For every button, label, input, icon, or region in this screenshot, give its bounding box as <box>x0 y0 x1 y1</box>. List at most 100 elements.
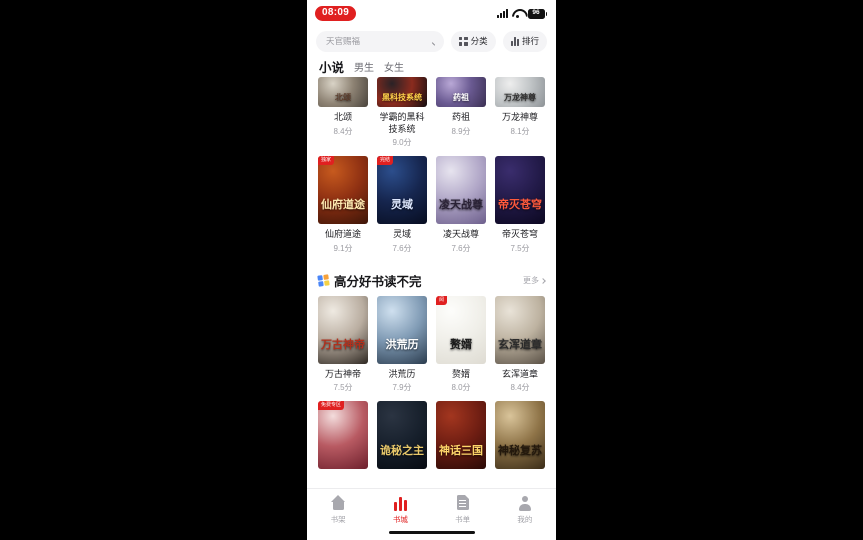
book-card[interactable]: 免费专区 <box>318 401 368 470</box>
book-score: 7.6分 <box>451 243 471 253</box>
cover-title: 神秘复苏 <box>498 444 542 457</box>
book-cover[interactable]: 药祖 <box>436 77 486 107</box>
bar-chart-icon <box>392 495 409 511</box>
book-card[interactable]: 诡秘之主 <box>377 401 427 470</box>
nav-label: 书架 <box>330 515 346 524</box>
book-card[interactable]: 北颂 北颂 8.4分 <box>318 77 368 148</box>
home-indicator <box>388 530 475 534</box>
book-cover[interactable]: 黑科技系统 <box>377 77 427 107</box>
book-card[interactable]: 独家 仙府道途 仙府道途 9.1分 <box>318 156 368 254</box>
book-title: 赘婿 <box>451 368 470 379</box>
cover-title: 北颂 <box>335 92 351 102</box>
book-grid-row-1: 北颂 北颂 8.4分 黑科技系统 学霸的黑科技系统 9.0分 药祖 药祖 8.9… <box>307 77 556 148</box>
book-card[interactable]: 完结 灵域 灵域 7.6分 <box>377 156 427 254</box>
book-title: 灵域 <box>392 229 411 240</box>
book-card[interactable]: 神话三国 <box>436 401 486 470</box>
phone-viewport: 08:09 96 天官赐福 分类 排行 小说 男生 女生 北颂 北颂 8.4分 … <box>307 0 556 540</box>
book-score: 9.1分 <box>333 243 353 253</box>
book-score: 8.0分 <box>451 383 471 393</box>
category-tabs: 小说 男生 女生 <box>307 55 556 77</box>
tab-novel[interactable]: 小说 <box>319 57 344 76</box>
book-card[interactable]: 黑科技系统 学霸的黑科技系统 9.0分 <box>377 77 427 148</box>
grid-icon <box>458 36 468 46</box>
status-indicators: 96 <box>496 8 547 19</box>
book-card[interactable]: 药祖 药祖 8.9分 <box>436 77 486 148</box>
cover-title: 灵域 <box>391 199 413 212</box>
tab-male[interactable]: 男生 <box>354 59 374 74</box>
book-card[interactable]: 洪荒历 洪荒历 7.9分 <box>377 295 427 394</box>
book-cover[interactable]: 万龙神尊 <box>495 77 545 107</box>
nav-label: 书城 <box>392 515 408 524</box>
book-cover[interactable]: 万古神帝 <box>318 295 368 364</box>
nav-item-profile[interactable]: 我的 <box>494 495 556 525</box>
category-button[interactable]: 分类 <box>450 30 496 52</box>
book-card[interactable]: 玄浑道章 玄浑道章 8.4分 <box>495 295 545 394</box>
book-cover[interactable]: 神话三国 <box>436 401 486 470</box>
status-clock: 08:09 <box>315 6 357 21</box>
signal-bars-icon <box>496 9 508 18</box>
battery-level-label: 96 <box>527 8 545 19</box>
book-cover[interactable]: 玄浑道章 <box>495 295 545 364</box>
book-cover[interactable]: 免费专区 <box>318 401 368 470</box>
book-cover[interactable]: 帝灭苍穹 <box>495 156 545 225</box>
section-title: 高分好书读不完 <box>334 275 422 290</box>
book-grid-row-2: 独家 仙府道途 仙府道途 9.1分 完结 灵域 灵域 7.6分 凌天战尊 凌天战… <box>307 156 556 254</box>
more-link[interactable]: 更多 <box>523 275 546 286</box>
section-book-grid-row-2: 免费专区 诡秘之主 神话三国 神秘复苏 <box>307 401 556 470</box>
book-title: 玄浑道章 <box>501 368 538 379</box>
wifi-icon <box>512 9 524 19</box>
book-cover[interactable]: 凌天战尊 <box>436 156 486 225</box>
home-icon <box>330 495 347 511</box>
book-cover[interactable]: 神秘复苏 <box>495 401 545 470</box>
book-cover[interactable]: 阅 赘婿 <box>436 295 486 364</box>
cover-title: 万龙神尊 <box>504 92 536 102</box>
nav-label: 书单 <box>455 515 471 524</box>
nav-item-booklist[interactable]: 书单 <box>432 495 494 525</box>
book-card[interactable]: 帝灭苍穹 帝灭苍穹 7.5分 <box>495 156 545 254</box>
book-score: 8.9分 <box>451 126 471 136</box>
book-score: 7.5分 <box>333 383 353 393</box>
cover-title: 洪荒历 <box>385 338 419 351</box>
content-scroll-area[interactable]: 北颂 北颂 8.4分 黑科技系统 学霸的黑科技系统 9.0分 药祖 药祖 8.9… <box>307 77 556 488</box>
bar-chart-icon <box>510 36 519 46</box>
book-cover[interactable]: 北颂 <box>318 77 368 107</box>
cover-title: 玄浑道章 <box>498 338 542 351</box>
book-title: 万古神帝 <box>324 368 361 379</box>
search-placeholder: 天官赐福 <box>326 36 361 46</box>
cover-title: 凌天战尊 <box>439 199 483 212</box>
book-card[interactable]: 神秘复苏 <box>495 401 545 470</box>
nav-item-bookshelf[interactable]: 书架 <box>307 495 369 525</box>
cover-title: 黑科技系统 <box>382 92 422 102</box>
colored-squares-icon <box>317 274 330 287</box>
category-button-label: 分类 <box>470 36 488 46</box>
book-title: 药祖 <box>451 112 470 122</box>
cover-title: 帝灭苍穹 <box>498 199 542 212</box>
book-title: 帝灭苍穹 <box>501 229 538 240</box>
battery-cap <box>545 11 547 16</box>
cover-title: 万古神帝 <box>321 338 365 351</box>
screen-stage: 08:09 96 天官赐福 分类 排行 小说 男生 女生 北颂 北颂 8.4分 … <box>0 0 863 540</box>
book-title: 凌天战尊 <box>442 229 479 240</box>
tab-female[interactable]: 女生 <box>384 59 404 74</box>
person-icon <box>516 495 533 511</box>
book-title: 洪荒历 <box>388 368 416 379</box>
book-score: 8.1分 <box>510 126 530 136</box>
book-card[interactable]: 万古神帝 万古神帝 7.5分 <box>318 295 368 394</box>
book-score: 7.6分 <box>392 243 412 253</box>
ranking-button[interactable]: 排行 <box>502 30 547 52</box>
book-card[interactable]: 阅 赘婿 赘婿 8.0分 <box>436 295 486 394</box>
search-icon[interactable] <box>426 36 436 46</box>
document-icon <box>454 495 471 511</box>
nav-item-bookstore[interactable]: 书城 <box>369 495 431 525</box>
book-cover[interactable]: 独家 仙府道途 <box>318 156 368 225</box>
book-card[interactable]: 凌天战尊 凌天战尊 7.6分 <box>436 156 486 254</box>
search-input[interactable]: 天官赐福 <box>316 30 444 52</box>
book-cover[interactable]: 完结 灵域 <box>377 156 427 225</box>
nav-label: 我的 <box>517 515 533 524</box>
status-badge: 免费专区 <box>318 401 345 411</box>
search-row: 天官赐福 分类 排行 <box>307 27 556 55</box>
book-cover[interactable]: 洪荒历 <box>377 295 427 364</box>
cover-title: 神话三国 <box>439 444 483 457</box>
book-cover[interactable]: 诡秘之主 <box>377 401 427 470</box>
book-card[interactable]: 万龙神尊 万龙神尊 8.1分 <box>495 77 545 148</box>
